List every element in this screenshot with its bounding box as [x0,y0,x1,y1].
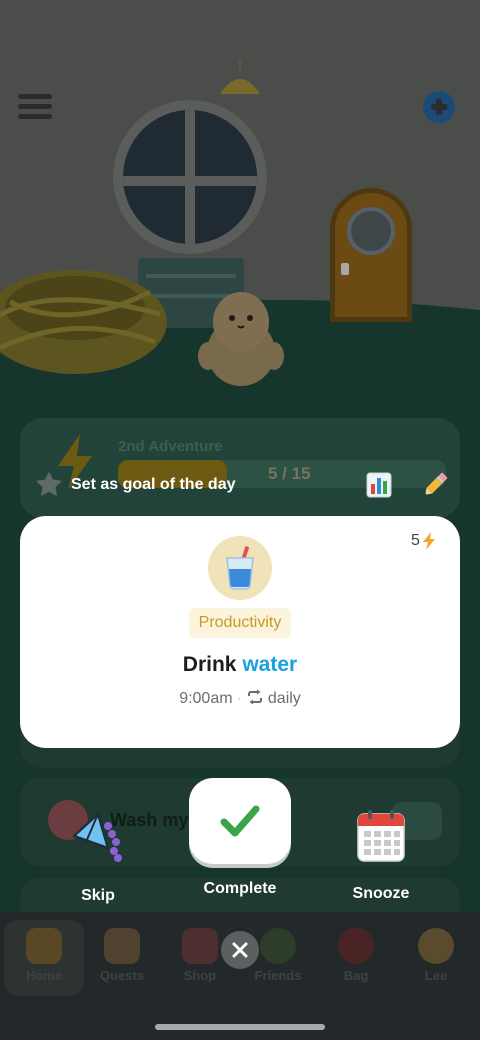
checkmark-icon [220,805,260,837]
home-indicator[interactable] [155,1024,325,1030]
skip-label: Skip [81,887,115,904]
snooze-label: Snooze [352,885,410,902]
task-repeat: daily [267,690,301,707]
lightning-icon [422,532,435,550]
star-icon[interactable] [36,472,62,498]
nav-home[interactable]: Home [4,920,84,996]
nav-friends-label: Friends [254,968,302,983]
task-detail-card: 5 Productivity Drink water 9:00am · daily [20,516,460,748]
shop-icon [182,928,218,964]
complete-label: Complete [203,880,277,897]
ceiling-lamp-icon [220,60,260,94]
calendar-icon [357,810,405,862]
nav-quests[interactable]: Quests [82,920,162,996]
pet-chick-icon [198,292,284,386]
energy-value: 5 [411,532,420,549]
task-title-prefix: Drink [182,653,237,676]
energy-reward: 5 [411,532,436,550]
category-badge-wrap: Productivity [20,608,460,638]
quests-icon [104,928,140,964]
round-window [113,100,267,254]
adventure-title: 2nd Adventure [118,438,223,455]
profile-avatar-icon [418,928,454,964]
skip-button[interactable]: Skip [58,808,138,905]
bar-chart-icon[interactable] [366,472,392,498]
close-icon [232,942,248,958]
kite-icon [72,812,122,862]
door [330,188,412,322]
category-badge: Productivity [188,608,292,638]
friends-tree-icon [260,928,296,964]
meta-separator: · [236,690,242,707]
snooze-button[interactable]: Snooze [341,808,421,903]
pencil-icon[interactable] [420,470,450,500]
water-glass-icon [208,536,272,600]
complete-check-button[interactable] [189,778,291,864]
home-icon [26,928,62,964]
task-title-highlight: water [242,653,298,676]
complete-button[interactable]: Complete [188,778,292,898]
adventure-card[interactable]: 2nd Adventure 5 / 15 [20,418,460,518]
nav-profile-label: Lee [424,968,448,983]
nav-profile[interactable]: Lee [396,920,476,996]
nav-home-label: Home [25,968,63,983]
bag-icon [338,928,374,964]
menu-icon[interactable] [18,94,52,120]
add-flower-icon[interactable] [420,90,458,124]
nav-bag-label: Bag [343,968,369,983]
goal-row: Set as goal of the day [36,470,448,502]
close-button[interactable] [221,931,259,969]
repeat-icon [247,689,262,705]
nav-bag[interactable]: Bag [316,920,396,996]
nav-shop-label: Shop [183,968,217,983]
nav-quests-label: Quests [99,968,145,983]
nest-icon [0,270,167,374]
task-time: 9:00am [179,690,233,707]
task-schedule: 9:00am · daily [20,689,460,708]
set-goal-label[interactable]: Set as goal of the day [71,476,235,494]
task-title: Drink water [20,653,460,677]
